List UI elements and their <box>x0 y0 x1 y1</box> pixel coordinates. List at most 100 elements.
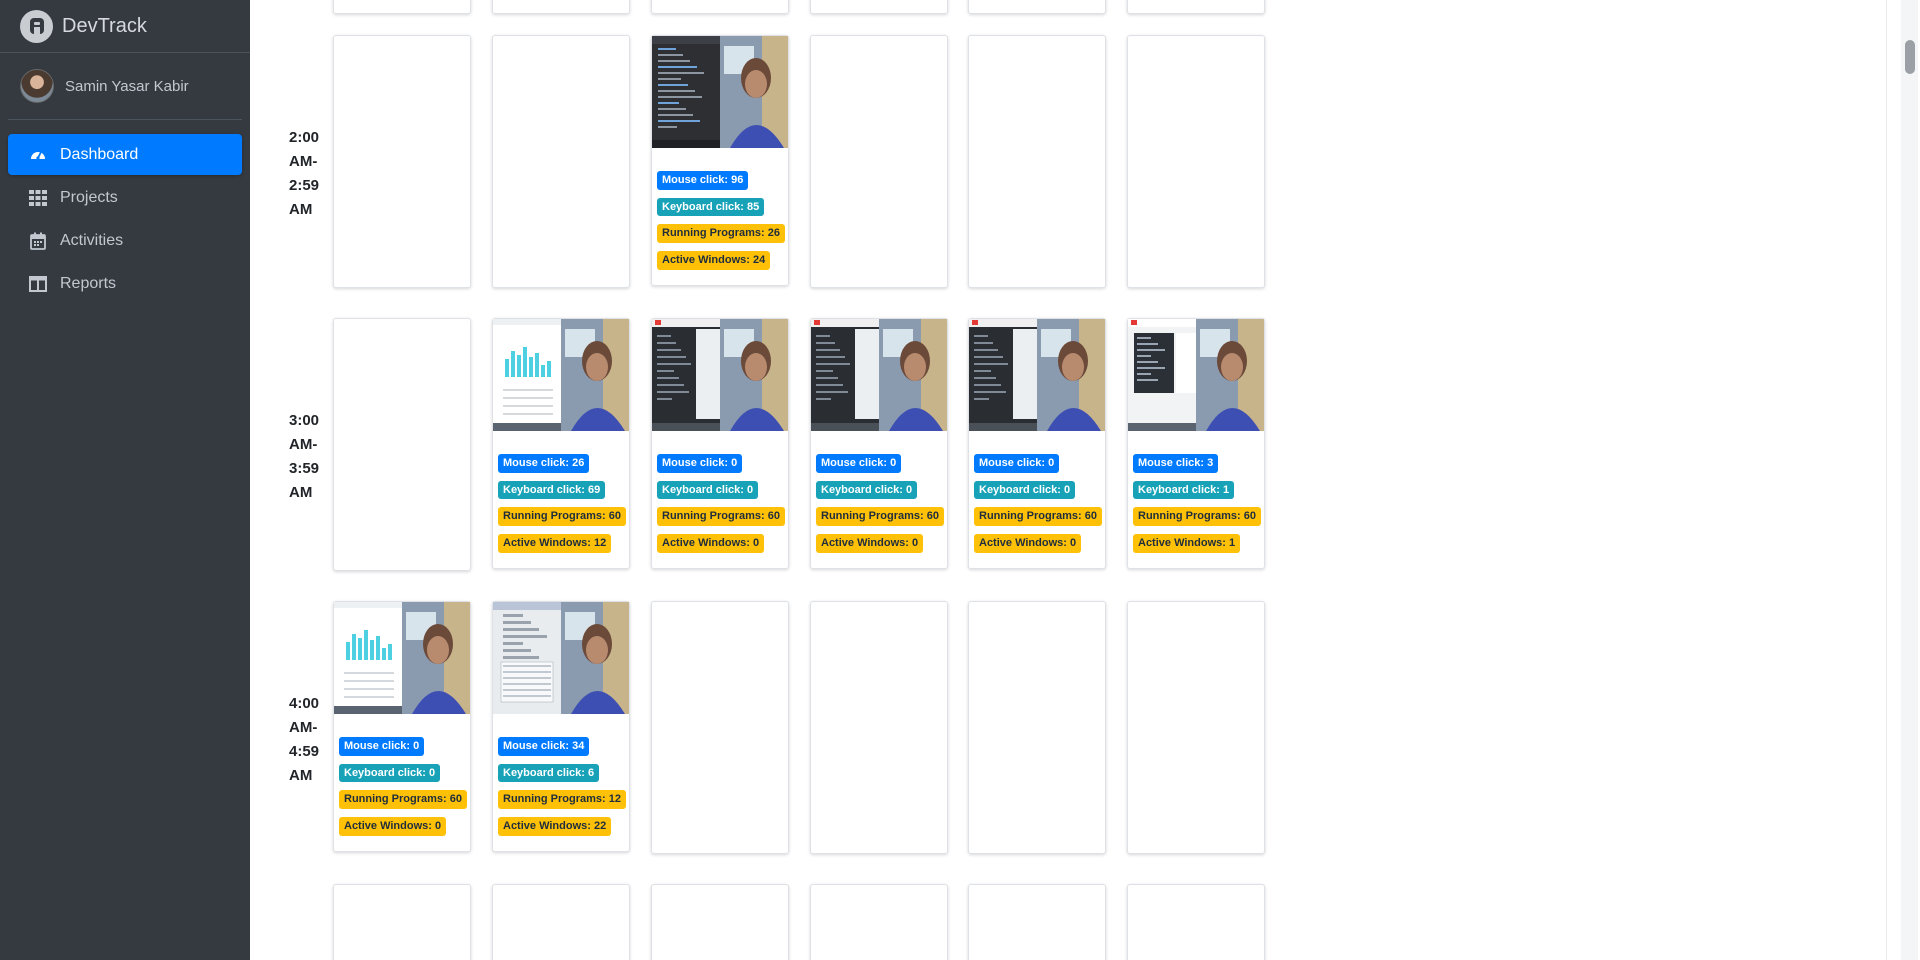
running-programs-badge: Running Programs: 12 <box>498 790 626 809</box>
active-windows-badge: Active Windows: 0 <box>974 533 1082 553</box>
mouse-click-badge-label: Mouse click: <box>821 457 891 469</box>
active-windows-badge: Active Windows: 0 <box>657 533 765 553</box>
activity-stats: Mouse click: 34 Keyboard click: 6 Running … <box>493 714 629 851</box>
activity-card-empty <box>333 35 471 288</box>
activity-screenshot[interactable] <box>493 602 629 714</box>
active-windows-badge-label: Active Windows: <box>821 536 912 549</box>
avatar <box>20 69 54 103</box>
running-programs-badge-label: Running Programs: <box>503 510 609 523</box>
activity-card-empty <box>651 884 789 960</box>
activity-stats: Mouse click: 3 Keyboard click: 1 Running P… <box>1128 431 1264 568</box>
keyboard-click-badge: Keyboard click: 85 <box>657 197 765 217</box>
mouse-click-badge: Mouse click: 0 <box>974 454 1060 473</box>
mouse-click-badge-label: Mouse click: <box>979 457 1049 469</box>
activity-card[interactable]: Mouse click: 26 Keyboard click: 69 Running… <box>492 318 630 569</box>
keyboard-click-badge-label: Keyboard click: <box>662 200 747 213</box>
activity-screenshot[interactable] <box>652 319 788 431</box>
activity-card-empty <box>968 884 1106 960</box>
running-programs-badge-value: 12 <box>608 793 621 806</box>
keyboard-click-badge-label: Keyboard click: <box>1138 483 1223 496</box>
activity-card-empty <box>492 884 630 960</box>
running-programs-badge-value: 60 <box>608 510 621 523</box>
keyboard-click-badge-value: 69 <box>587 483 601 496</box>
activity-screenshot[interactable] <box>1128 319 1264 431</box>
activity-card[interactable]: Mouse click: 0 Keyboard click: 0 Running P… <box>810 318 948 569</box>
mouse-click-badge: Mouse click: 96 <box>657 171 749 190</box>
running-programs-badge-value: 60 <box>1084 510 1097 523</box>
scroll-thumb[interactable] <box>1905 40 1915 74</box>
active-windows-badge-value: 0 <box>752 536 760 549</box>
mouse-click-badge-value: 3 <box>1207 457 1214 469</box>
active-windows-badge-label: Active Windows: <box>662 536 753 549</box>
activity-card-empty <box>333 884 471 960</box>
activity-card-empty <box>651 0 789 14</box>
activity-screenshot[interactable] <box>652 36 788 148</box>
activity-card-empty <box>492 35 630 288</box>
activity-card-empty <box>968 0 1106 14</box>
keyboard-click-badge-value: 0 <box>1063 483 1071 496</box>
keyboard-click-badge-label: Keyboard click: <box>503 483 588 496</box>
user-panel[interactable]: Samin Yasar Kabir <box>8 53 242 120</box>
activity-card-empty <box>492 0 630 14</box>
mouse-click-badge-label: Mouse click: <box>1138 457 1208 469</box>
brand-link[interactable]: DevTrack <box>0 0 250 53</box>
mouse-click-badge-label: Mouse click: <box>662 174 732 186</box>
activity-card[interactable]: Mouse click: 0 Keyboard click: 0 Running P… <box>333 601 471 852</box>
activity-card-empty <box>810 0 948 14</box>
activity-card[interactable]: Mouse click: 0 Keyboard click: 0 Running P… <box>651 318 789 569</box>
scroll-track <box>1901 0 1918 960</box>
keyboard-click-badge-value: 0 <box>905 483 913 496</box>
sidebar-item-projects[interactable]: Projects <box>8 177 242 218</box>
activity-screenshot[interactable] <box>493 319 629 431</box>
sidebar-item-dashboard[interactable]: Dashboard <box>8 134 242 175</box>
activity-card[interactable]: Mouse click: 0 Keyboard click: 0 Running P… <box>968 318 1106 569</box>
activity-card[interactable]: Mouse click: 3 Keyboard click: 1 Running P… <box>1127 318 1265 569</box>
activity-card-empty <box>810 35 948 288</box>
sidebar-item-reports[interactable]: Reports <box>8 263 242 304</box>
keyboard-click-badge: Keyboard click: 1 <box>1133 480 1235 500</box>
sidebar-item-label: Dashboard <box>60 145 139 163</box>
keyboard-click-badge-value: 1 <box>1222 483 1230 496</box>
mouse-click-badge: Mouse click: 0 <box>657 454 743 473</box>
active-windows-badge: Active Windows: 1 <box>1133 533 1241 553</box>
mouse-click-badge-value: 0 <box>731 457 738 469</box>
sidebar-item-label: Activities <box>60 231 124 249</box>
time-slot-label: 3:00 AM- 3:59 AM <box>289 412 320 501</box>
activity-card-empty <box>968 35 1106 288</box>
activity-card-empty <box>968 601 1106 854</box>
keyboard-click-badge-value: 0 <box>428 766 436 779</box>
keyboard-click-badge-label: Keyboard click: <box>503 766 588 779</box>
activity-stats: Mouse click: 0 Keyboard click: 0 Running P… <box>969 431 1105 568</box>
activity-screenshot[interactable] <box>811 319 947 431</box>
active-windows-badge-label: Active Windows: <box>662 253 753 266</box>
activity-card-empty <box>333 318 471 571</box>
activity-screenshot[interactable] <box>969 319 1105 431</box>
keyboard-click-badge-label: Keyboard click: <box>821 483 906 496</box>
sidebar-item-activities[interactable]: Activities <box>8 220 242 261</box>
running-programs-badge-label: Running Programs: <box>821 510 927 523</box>
running-programs-badge: Running Programs: 60 <box>1133 507 1261 526</box>
activity-card[interactable]: Mouse click: 34 Keyboard click: 6 Running … <box>492 601 630 852</box>
mouse-click-badge-value: 0 <box>1048 457 1055 469</box>
active-windows-badge: Active Windows: 0 <box>816 533 924 553</box>
active-windows-badge-value: 0 <box>911 536 919 549</box>
activity-card[interactable]: Mouse click: 96 Keyboard click: 85 Running… <box>651 35 789 286</box>
running-programs-badge-label: Running Programs: <box>503 793 609 806</box>
active-windows-badge-label: Active Windows: <box>979 536 1070 549</box>
activity-screenshot[interactable] <box>334 602 470 714</box>
activity-card-empty <box>1127 601 1265 854</box>
sidebar: DevTrack Samin Yasar Kabir Dashboard Proj… <box>0 0 250 960</box>
running-programs-badge: Running Programs: 60 <box>339 790 467 809</box>
keyboard-click-badge: Keyboard click: 0 <box>339 763 441 783</box>
mouse-click-badge: Mouse click: 0 <box>816 454 902 473</box>
activity-card-empty <box>651 601 789 854</box>
keyboard-click-badge: Keyboard click: 0 <box>974 480 1076 500</box>
scrollbar[interactable] <box>1886 0 1920 960</box>
gauge-icon <box>28 145 48 165</box>
mouse-click-badge-label: Mouse click: <box>503 457 573 469</box>
activity-stats: Mouse click: 26 Keyboard click: 69 Running… <box>493 431 629 568</box>
devtrack-logo-icon <box>20 9 53 43</box>
mouse-click-badge-value: 0 <box>890 457 897 469</box>
active-windows-badge-value: 0 <box>1069 536 1077 549</box>
running-programs-badge: Running Programs: 26 <box>657 224 785 243</box>
